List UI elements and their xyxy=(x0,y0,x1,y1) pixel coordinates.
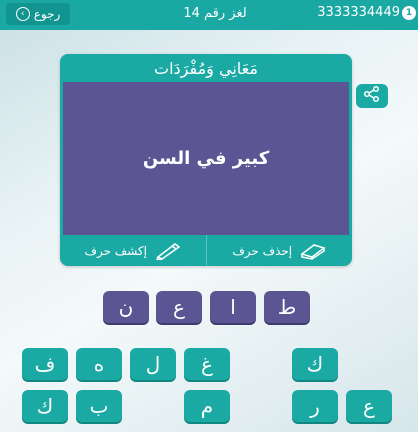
share-button[interactable] xyxy=(356,84,388,108)
letter-key[interactable]: ع xyxy=(346,390,392,422)
letter-key[interactable]: ك xyxy=(292,348,338,380)
reveal-letter-label: إكشف حرف xyxy=(84,243,147,258)
letter-key[interactable]: ل xyxy=(130,348,176,380)
chevron-left-icon: ‹ xyxy=(15,7,30,21)
letter-key[interactable]: ف xyxy=(22,348,68,380)
letter-key[interactable]: غ xyxy=(184,348,230,380)
coin-icon: 1 xyxy=(402,5,416,20)
answer-tile[interactable]: ن xyxy=(103,291,149,323)
coin-counter: 3333334449 1 xyxy=(317,5,416,20)
puzzle-card: مَعَانِي وَمُفْرَدَات كبير في السن إكشف … xyxy=(60,54,352,266)
top-bar: ‹ رجوع لغز رقم 14 3333334449 1 xyxy=(0,0,418,30)
hint-bar: إكشف حرف إحذف حرف xyxy=(60,235,352,266)
delete-letter-label: إحذف حرف xyxy=(232,243,293,258)
share-icon xyxy=(363,85,381,107)
delete-letter-button[interactable]: إحذف حرف xyxy=(205,235,353,266)
letter-key[interactable]: ب xyxy=(76,390,122,422)
answer-tile[interactable]: ا xyxy=(210,291,256,323)
reveal-letter-button[interactable]: إكشف حرف xyxy=(60,235,206,266)
pencil-icon xyxy=(155,242,181,260)
back-button[interactable]: ‹ رجوع xyxy=(6,3,70,25)
coin-count: 3333334449 xyxy=(317,5,400,20)
letter-key[interactable]: ه xyxy=(76,348,122,380)
back-label: رجوع xyxy=(33,7,61,21)
eraser-icon xyxy=(300,242,326,260)
level-title: لغز رقم 14 xyxy=(183,6,247,21)
category-title: مَعَانِي وَمُفْرَدَات xyxy=(60,54,352,82)
answer-tile[interactable]: ط xyxy=(264,291,310,323)
answer-tile[interactable]: ع xyxy=(156,291,202,323)
letter-key[interactable]: م xyxy=(184,390,230,422)
letter-key[interactable]: ك xyxy=(22,390,68,422)
clue-text: كبير في السن xyxy=(60,82,352,235)
letter-key[interactable]: ر xyxy=(292,390,338,422)
